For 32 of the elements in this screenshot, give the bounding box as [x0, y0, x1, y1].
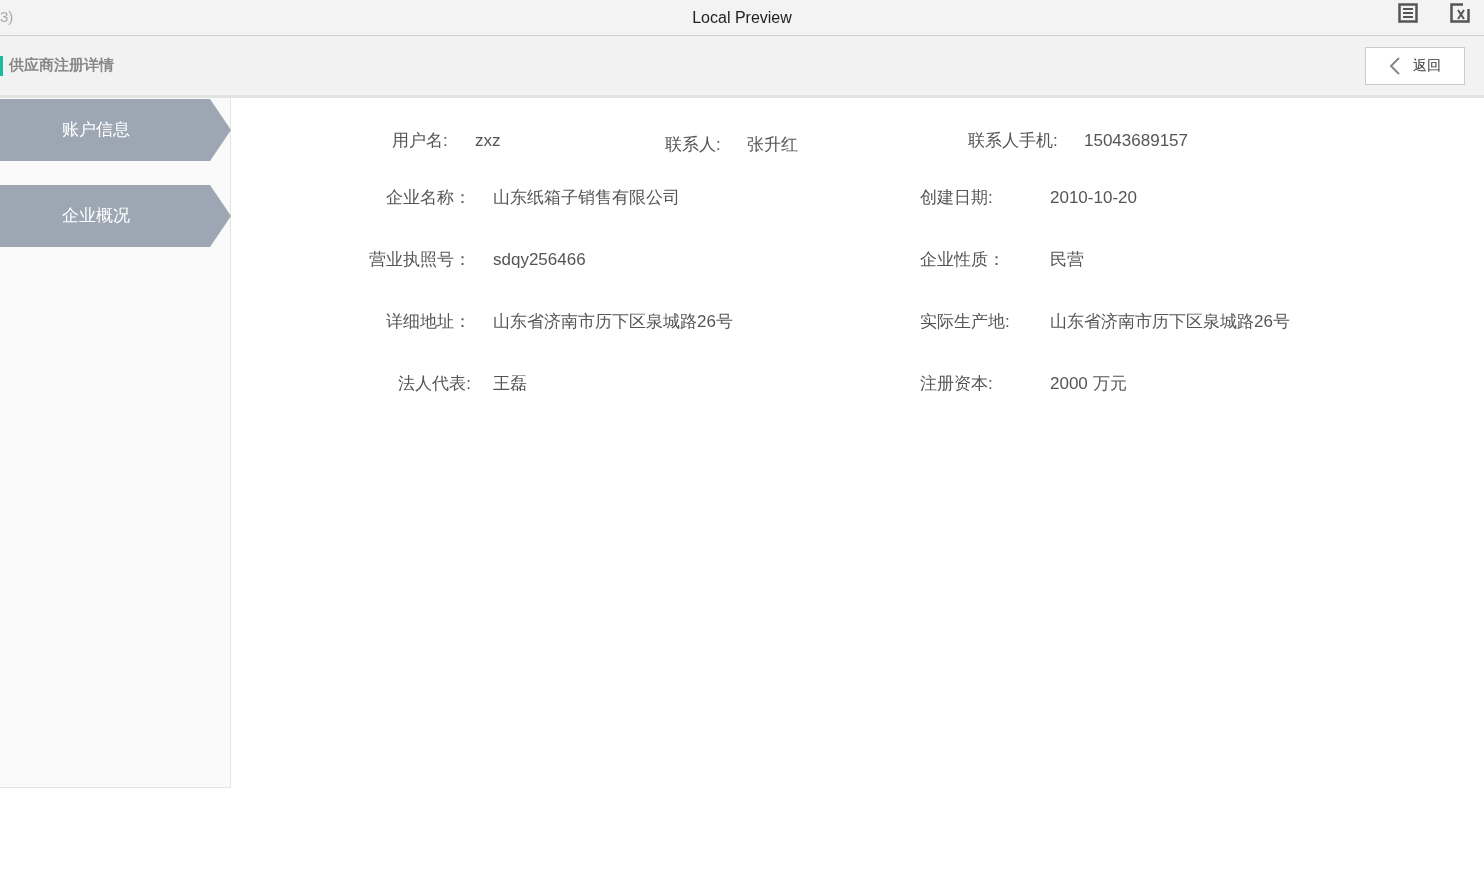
- field-value: 张升红: [747, 134, 799, 156]
- field-label: 企业性质：: [920, 249, 1006, 272]
- field-value: 山东纸箱子销售有限公司: [493, 187, 681, 210]
- field-label: 创建日期:: [920, 187, 994, 210]
- field-value: 2010-10-20: [1050, 187, 1137, 210]
- field-value: zxz: [475, 130, 502, 152]
- field-label: 联系人手机:: [968, 130, 1059, 152]
- corner-text: 3): [0, 7, 14, 28]
- field-label: 法人代表:: [397, 373, 471, 396]
- formula-icon[interactable]: [1450, 3, 1470, 23]
- back-button[interactable]: 返回: [1365, 46, 1465, 85]
- field-value: 王磊: [493, 373, 528, 396]
- document-icon[interactable]: [1398, 3, 1418, 23]
- window-title: Local Preview: [692, 7, 792, 28]
- field-value: sdqy256466: [493, 249, 587, 272]
- sidebar-tab[interactable]: 企业概况: [0, 185, 231, 247]
- field-label: 用户名:: [392, 130, 449, 152]
- field-label: 注册资本:: [920, 373, 994, 396]
- field-label: 实际生产地:: [920, 311, 1011, 334]
- field-label: 企业名称：: [385, 187, 471, 210]
- field-label: 联系人:: [665, 134, 722, 156]
- field-value: 民营: [1050, 249, 1084, 272]
- field-value: 2000 万元: [1050, 373, 1127, 396]
- field-label: 营业执照号：: [368, 249, 471, 272]
- field-value: 15043689157: [1084, 130, 1189, 152]
- page-title: 供应商注册详情: [9, 55, 114, 76]
- field-value: 山东省济南市历下区泉城路26号: [1050, 311, 1290, 334]
- field-value: 山东省济南市历下区泉城路26号: [493, 311, 734, 334]
- chevron-left-icon: [1389, 55, 1401, 76]
- accent-bar: [0, 55, 3, 76]
- field-label: 详细地址：: [385, 311, 471, 334]
- sidebar-tab[interactable]: 账户信息: [0, 99, 231, 161]
